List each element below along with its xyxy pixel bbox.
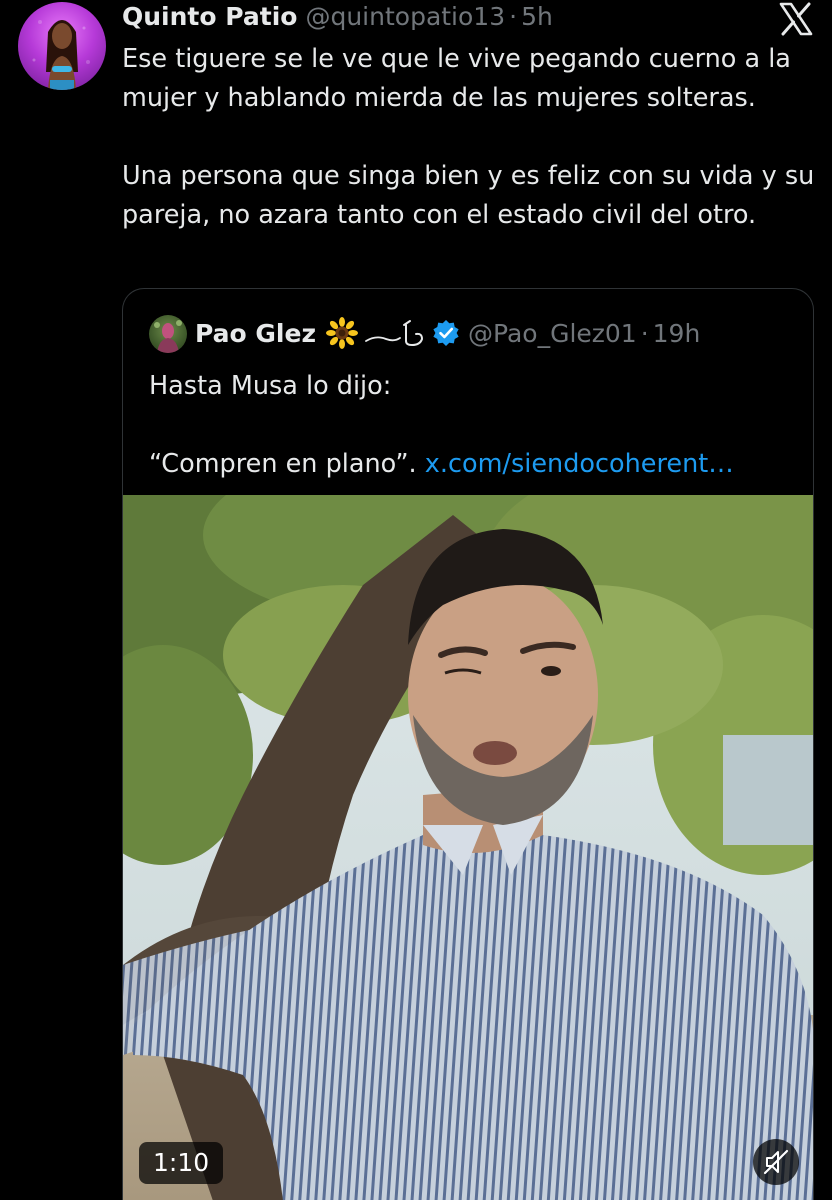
quoted-header-separator: · [640,318,649,348]
author-avatar[interactable] [18,2,106,90]
quoted-author-avatar[interactable] [149,315,187,353]
speaker-muted-icon [763,1149,789,1175]
mute-button[interactable] [753,1139,799,1185]
tweet-header: Quinto Patio @quintopatio13 · 5h [122,0,553,34]
tweet-paragraph: Una persona que singa bien y es feliz co… [122,161,815,230]
author-handle[interactable]: @quintopatio13 [305,0,505,34]
header-separator: · [509,2,518,31]
quoted-tweet-text: Hasta Musa lo dijo: “Compren en plano”. … [149,367,799,484]
tweet-paragraph: Ese tiguere se le ve que le vive pegando… [122,44,791,113]
quoted-tweet-card[interactable]: Pao Glez @Pao_Glez01 · 19h Hasta Musa lo… [122,288,814,1200]
quoted-timestamp[interactable]: 19h [653,319,701,348]
quoted-author-name[interactable]: Pao Glez [195,319,316,348]
video-player[interactable]: 1:10 [123,495,813,1200]
sunflower-icon [326,317,358,349]
video-frame [123,495,813,1200]
author-name[interactable]: Quinto Patio [122,0,297,34]
tweet-text: Ese tiguere se le ve que le vive pegando… [122,40,822,235]
quoted-tweet-header: Pao Glez @Pao_Glez01 · 19h [195,313,700,353]
video-duration: 1:10 [139,1142,224,1184]
quoted-quote-text: “Compren en plano”. [149,449,417,479]
x-logo-icon [778,2,814,36]
quoted-line-2: “Compren en plano”. x.com/siendocoherent… [149,445,799,484]
verified-badge-icon [432,319,460,347]
quoted-line-1: Hasta Musa lo dijo: [149,371,392,401]
tweet-timestamp[interactable]: 5h [521,0,553,34]
swan-flourish-icon [364,317,426,349]
quoted-link[interactable]: x.com/siendocoherent… [425,449,734,479]
quoted-author-handle[interactable]: @Pao_Glez01 [468,319,637,348]
